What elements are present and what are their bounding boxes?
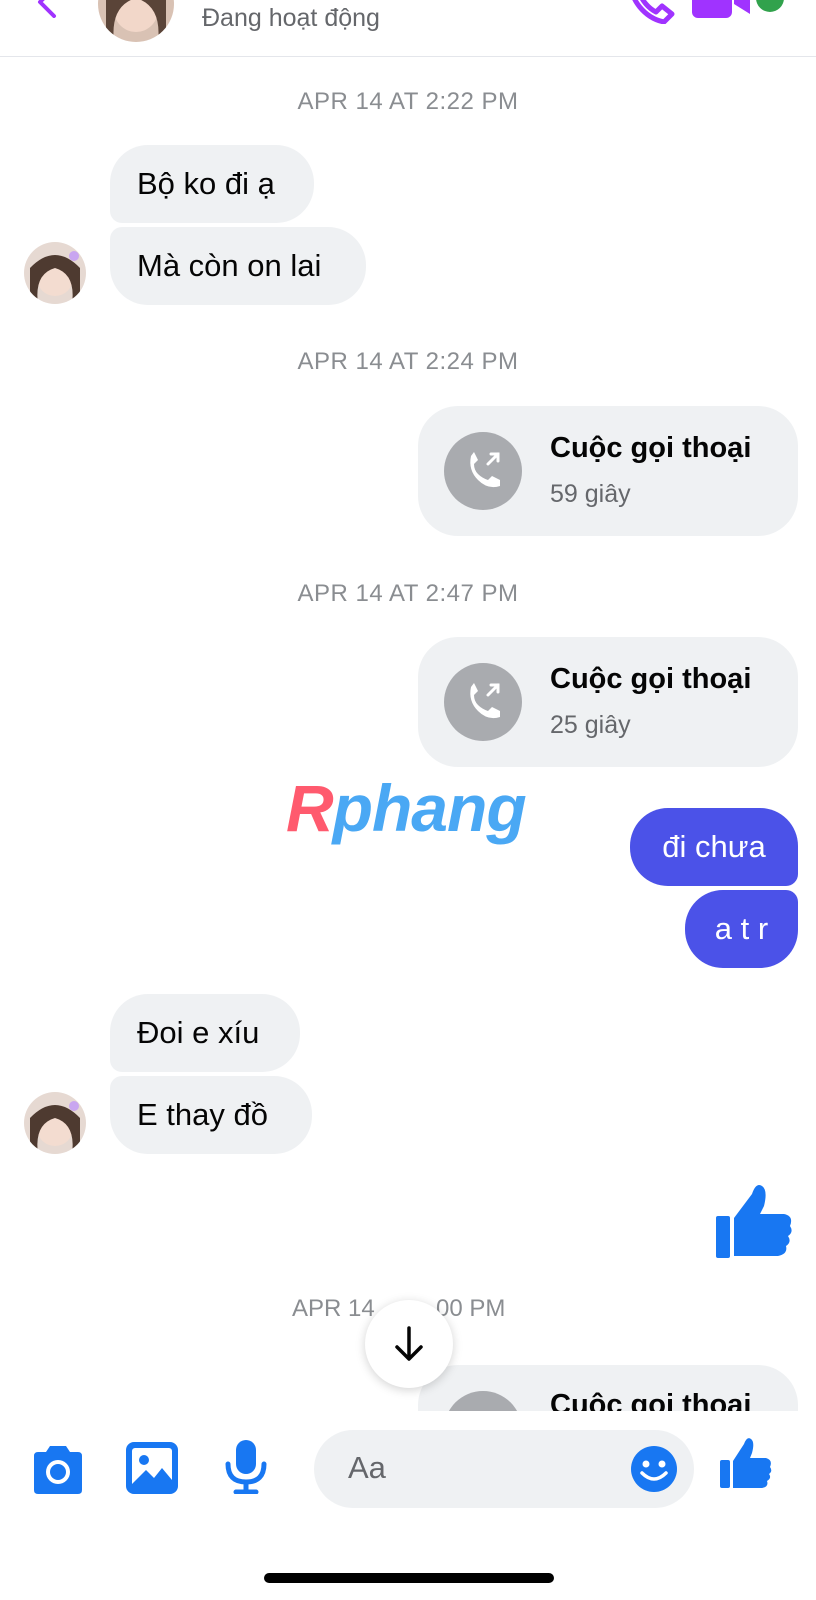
call-title: Cuộc gọi thoại <box>550 432 752 464</box>
contact-avatar[interactable] <box>24 242 86 304</box>
active-status: Đang hoạt động <box>202 4 380 32</box>
like-thumbs-up-icon[interactable] <box>714 1180 794 1260</box>
call-card[interactable]: Cuộc gọi thoại 59 giây <box>418 406 798 536</box>
chat-header: Đang hoạt động <box>0 0 816 57</box>
home-indicator <box>264 1573 554 1583</box>
thumbs-up-icon[interactable] <box>718 1434 774 1490</box>
photo-gallery-icon[interactable] <box>124 1440 180 1496</box>
call-title: Cuộc gọi thoại <box>550 663 752 695</box>
timestamp: APR 14 <box>292 1295 375 1322</box>
call-button[interactable] <box>444 432 522 510</box>
message-input[interactable]: Aa <box>314 1430 694 1508</box>
outgoing-message[interactable]: a t r <box>685 890 798 968</box>
call-button[interactable] <box>444 663 522 741</box>
watermark-logo: Rphang <box>286 771 527 845</box>
call-duration: 59 giây <box>550 480 631 508</box>
arrow-down-icon <box>395 1326 423 1361</box>
emoji-icon[interactable] <box>630 1445 678 1493</box>
scroll-to-bottom-button[interactable] <box>365 1300 453 1388</box>
incoming-message[interactable]: Bộ ko đi ạ <box>110 145 314 223</box>
microphone-icon[interactable] <box>218 1438 274 1494</box>
contact-avatar[interactable] <box>24 1092 86 1154</box>
input-placeholder: Aa <box>348 1450 386 1485</box>
outgoing-message[interactable]: đi chưa <box>630 808 798 886</box>
timestamp: APR 14 AT 2:47 PM <box>297 580 519 607</box>
timestamp: APR 14 AT 2:24 PM <box>297 348 519 375</box>
call-duration: 25 giây <box>550 711 631 739</box>
call-title: Cuộc gọi thoại <box>550 1389 752 1411</box>
call-card[interactable]: Cuộc gọi thoại 25 giây <box>418 637 798 767</box>
call-button[interactable] <box>444 1391 522 1411</box>
back-chevron-icon[interactable] <box>30 0 62 18</box>
phone-icon[interactable] <box>628 0 676 24</box>
online-indicator <box>756 0 784 12</box>
video-camera-icon[interactable] <box>692 0 754 20</box>
message-composer: Aa <box>0 1412 816 1532</box>
phone-outgoing-icon <box>470 683 500 719</box>
call-card[interactable]: Cuộc gọi thoại <box>418 1365 798 1411</box>
timestamp: APR 14 AT 2:22 PM <box>297 88 519 115</box>
incoming-message[interactable]: E thay đồ <box>110 1076 312 1154</box>
camera-icon[interactable] <box>30 1442 86 1498</box>
incoming-message[interactable]: Mà còn on lai <box>110 227 366 305</box>
phone-outgoing-icon <box>470 452 500 488</box>
incoming-message[interactable]: Đoi e xíu <box>110 994 300 1072</box>
contact-avatar[interactable] <box>98 0 174 42</box>
